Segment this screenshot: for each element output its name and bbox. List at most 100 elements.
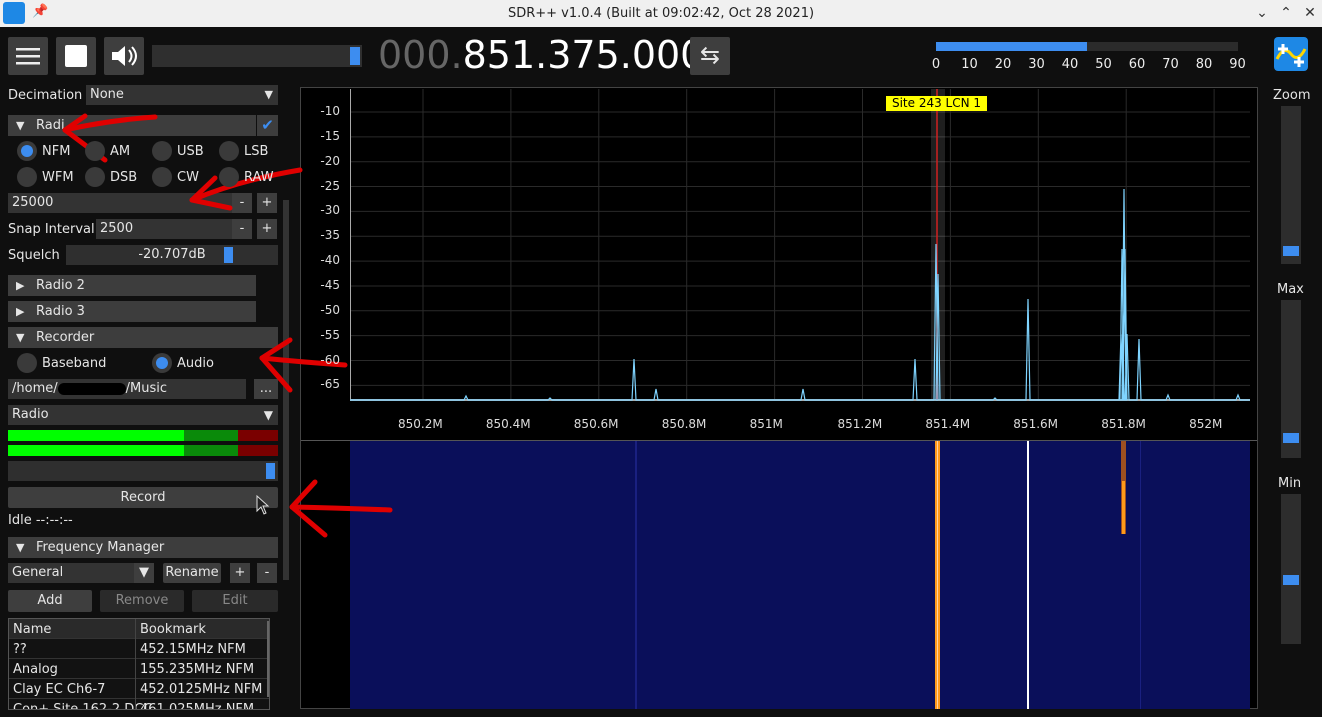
zoom-knob[interactable] <box>1283 246 1299 256</box>
y-tick-label: -65 <box>320 377 340 392</box>
list-dropdown-button[interactable]: ▼ <box>134 563 154 583</box>
frequency-digits[interactable]: 851.375.000 <box>463 33 705 77</box>
max-db-slider[interactable] <box>1281 300 1301 458</box>
table-header-row: Name Bookmark <box>9 619 269 639</box>
mode-radio-raw[interactable] <box>219 167 239 187</box>
bookmark-list-select[interactable]: General <box>8 563 134 583</box>
radio-enable-checkbox[interactable]: ✔ <box>257 115 278 136</box>
baseband-label: Baseband <box>42 356 107 371</box>
recorder-status: Idle --:--:-- <box>8 513 73 528</box>
frequency-display[interactable]: 000.851.375.000 <box>378 33 704 77</box>
close-button[interactable]: ✕ <box>1300 3 1320 23</box>
y-tick-label: -20 <box>320 153 340 168</box>
y-tick-label: -15 <box>320 128 340 143</box>
stop-button[interactable] <box>56 37 96 75</box>
x-tick-label: 851.4M <box>925 417 971 431</box>
frequency-leading-digits[interactable]: 000. <box>378 33 463 77</box>
collapse-icon: ▼ <box>16 331 25 344</box>
bookmark-column-header[interactable]: Bookmark <box>140 622 206 637</box>
swap-direction-button[interactable]: ⇆ <box>690 37 730 75</box>
squelch-slider[interactable]: -20.707dB <box>66 245 278 265</box>
expand-icon: ▶ <box>16 305 25 318</box>
mode-radio-dsb[interactable] <box>85 167 105 187</box>
snap-interval-input[interactable]: 2500 <box>96 219 232 239</box>
mode-radio-usb[interactable] <box>152 141 172 161</box>
name-column-header[interactable]: Name <box>13 622 51 637</box>
frequency-manager-header[interactable]: ▼ Frequency Manager <box>8 537 278 558</box>
recorder-volume-slider[interactable] <box>8 461 278 481</box>
bandwidth-increment-button[interactable]: + <box>257 193 277 213</box>
rename-list-button[interactable]: Rename <box>163 563 221 583</box>
snr-tick-label: 10 <box>961 57 978 72</box>
radio2-label: Radio 2 <box>36 278 85 293</box>
edit-bookmark-button[interactable]: Edit <box>192 590 278 612</box>
radio-section-header[interactable]: ▼ Radi <box>8 115 256 136</box>
maximize-button[interactable]: ⌃ <box>1276 3 1296 23</box>
table-scrollbar[interactable] <box>267 621 269 697</box>
waterfall[interactable] <box>350 441 1250 709</box>
audio-radio[interactable] <box>152 353 172 373</box>
browse-folder-button[interactable]: ... <box>254 379 278 399</box>
snr-tick-label: 60 <box>1128 57 1146 72</box>
sidebar-scrollbar[interactable] <box>283 200 289 580</box>
swap-icon: ⇆ <box>699 41 721 69</box>
bookmark-name: ?? <box>13 642 27 657</box>
baseband-radio[interactable] <box>17 353 37 373</box>
radio3-section-header[interactable]: ▶ Radio 3 <box>8 301 256 322</box>
window-title: SDR++ v1.0.4 (Built at 09:02:42, Oct 28 … <box>507 6 815 21</box>
collapse-icon: ▼ <box>16 541 25 554</box>
table-row[interactable]: Con+ Site 162-2 DCC 461.025MHz NFM <box>9 699 269 710</box>
mode-radio-lsb[interactable] <box>219 141 239 161</box>
bandwidth-input[interactable]: 25000 <box>8 193 232 213</box>
mode-label-am: AM <box>110 144 131 159</box>
bookmark-frequency: 452.0125MHz NFM <box>140 682 263 697</box>
zoom-label: Zoom <box>1273 88 1311 103</box>
mouse-cursor-icon <box>256 495 270 515</box>
bookmark-frequency: 461.025MHz NFM <box>140 702 255 710</box>
max-db-knob[interactable] <box>1283 433 1299 443</box>
mute-button[interactable] <box>104 37 144 75</box>
min-label: Min <box>1278 476 1302 491</box>
redacted-username <box>57 382 126 395</box>
min-db-slider[interactable] <box>1281 494 1301 644</box>
x-tick-label: 851.2M <box>837 417 883 431</box>
delete-list-button[interactable]: - <box>257 563 277 583</box>
table-row[interactable]: Clay EC Ch6-7 452.0125MHz NFM <box>9 679 269 699</box>
x-tick-label: 850.6M <box>573 417 619 431</box>
decimation-value: None <box>90 87 124 102</box>
table-row[interactable]: ?? 452.15MHz NFM <box>9 639 269 659</box>
mode-radio-nfm[interactable] <box>17 141 37 161</box>
menu-button[interactable] <box>8 37 48 75</box>
add-list-button[interactable]: + <box>230 563 250 583</box>
snap-increment-button[interactable]: + <box>257 219 277 239</box>
chevron-down-icon: ▼ <box>263 408 273 422</box>
volume-slider[interactable] <box>152 45 362 67</box>
squelch-knob[interactable] <box>224 247 233 263</box>
decimation-select[interactable]: None ▼ <box>86 85 278 105</box>
bandwidth-decrement-button[interactable]: - <box>232 193 252 213</box>
min-db-knob[interactable] <box>1283 575 1299 585</box>
minimize-button[interactable]: ⌄ <box>1252 3 1272 23</box>
add-bookmark-button[interactable]: Add <box>8 590 92 612</box>
radio2-section-header[interactable]: ▶ Radio 2 <box>8 275 256 296</box>
mode-radio-wfm[interactable] <box>17 167 37 187</box>
recorder-label: Recorder <box>36 330 95 345</box>
snap-decrement-button[interactable]: - <box>232 219 252 239</box>
table-row[interactable]: Analog 155.235MHz NFM <box>9 659 269 679</box>
bandwidth-value: 25000 <box>12 195 54 210</box>
radio-header-label: Radi <box>36 118 65 133</box>
recorder-volume-knob[interactable] <box>266 463 275 479</box>
zoom-slider[interactable] <box>1281 106 1301 264</box>
squelch-value: -20.707dB <box>138 247 206 262</box>
mode-radio-cw[interactable] <box>152 167 172 187</box>
volume-knob[interactable] <box>350 47 360 65</box>
frequency-manager-label: Frequency Manager <box>36 540 165 555</box>
recording-path-input[interactable]: /home/ /Music <box>8 379 246 399</box>
mode-radio-am[interactable] <box>85 141 105 161</box>
fft-plot[interactable] <box>350 89 1250 401</box>
stream-select[interactable]: Radio ▼ <box>8 405 278 425</box>
record-button[interactable]: Record <box>8 487 278 508</box>
recorder-section-header[interactable]: ▼ Recorder <box>8 327 278 348</box>
remove-bookmark-button[interactable]: Remove <box>100 590 184 612</box>
hamburger-icon <box>16 48 40 65</box>
